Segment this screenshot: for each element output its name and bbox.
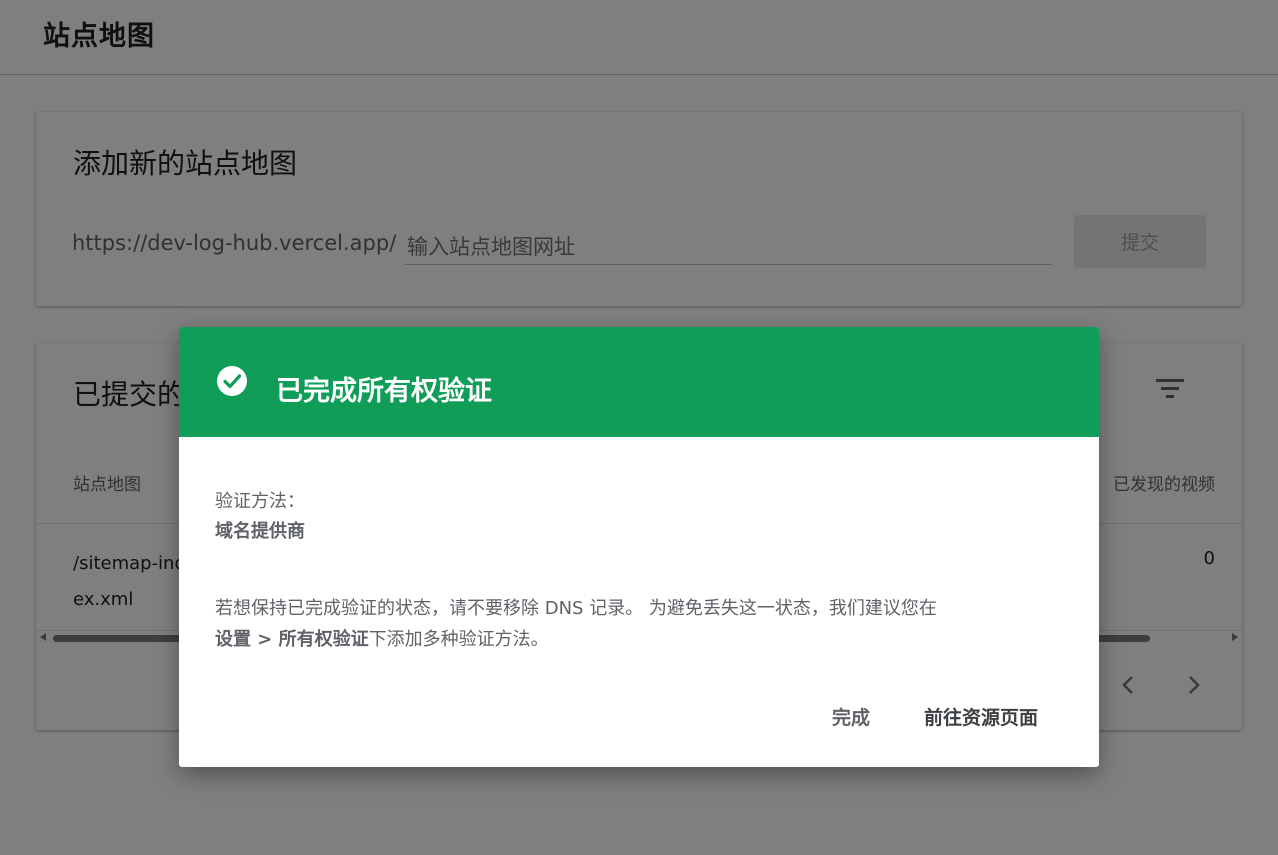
dialog-title: 已完成所有权验证 (276, 376, 492, 407)
verification-method-label: 验证方法： (215, 491, 305, 512)
settings-link-text: 设置 > 所有权验证 (215, 629, 369, 650)
check-circle-icon (217, 366, 247, 396)
done-button[interactable]: 完成 (824, 697, 878, 736)
sitemaps-page: 站点地图 添加新的站点地图 https://dev-log-hub.vercel… (0, 0, 1278, 855)
verification-dialog: 已完成所有权验证 验证方法： 域名提供商 若想保持已完成验证的状态，请不要移除 … (179, 327, 1099, 767)
dialog-message: 若想保持已完成验证的状态，请不要移除 DNS 记录。 为避免丢失这一状态，我们建… (215, 593, 1065, 655)
dialog-header: 已完成所有权验证 (179, 327, 1099, 437)
verification-method-value: 域名提供商 (215, 521, 305, 542)
message-text-end: 下添加多种验证方法。 (368, 629, 549, 650)
go-to-property-button[interactable]: 前往资源页面 (916, 697, 1046, 736)
message-text: 若想保持已完成验证的状态，请不要移除 DNS 记录。 为避免丢失这一状态，我们建… (215, 598, 937, 619)
